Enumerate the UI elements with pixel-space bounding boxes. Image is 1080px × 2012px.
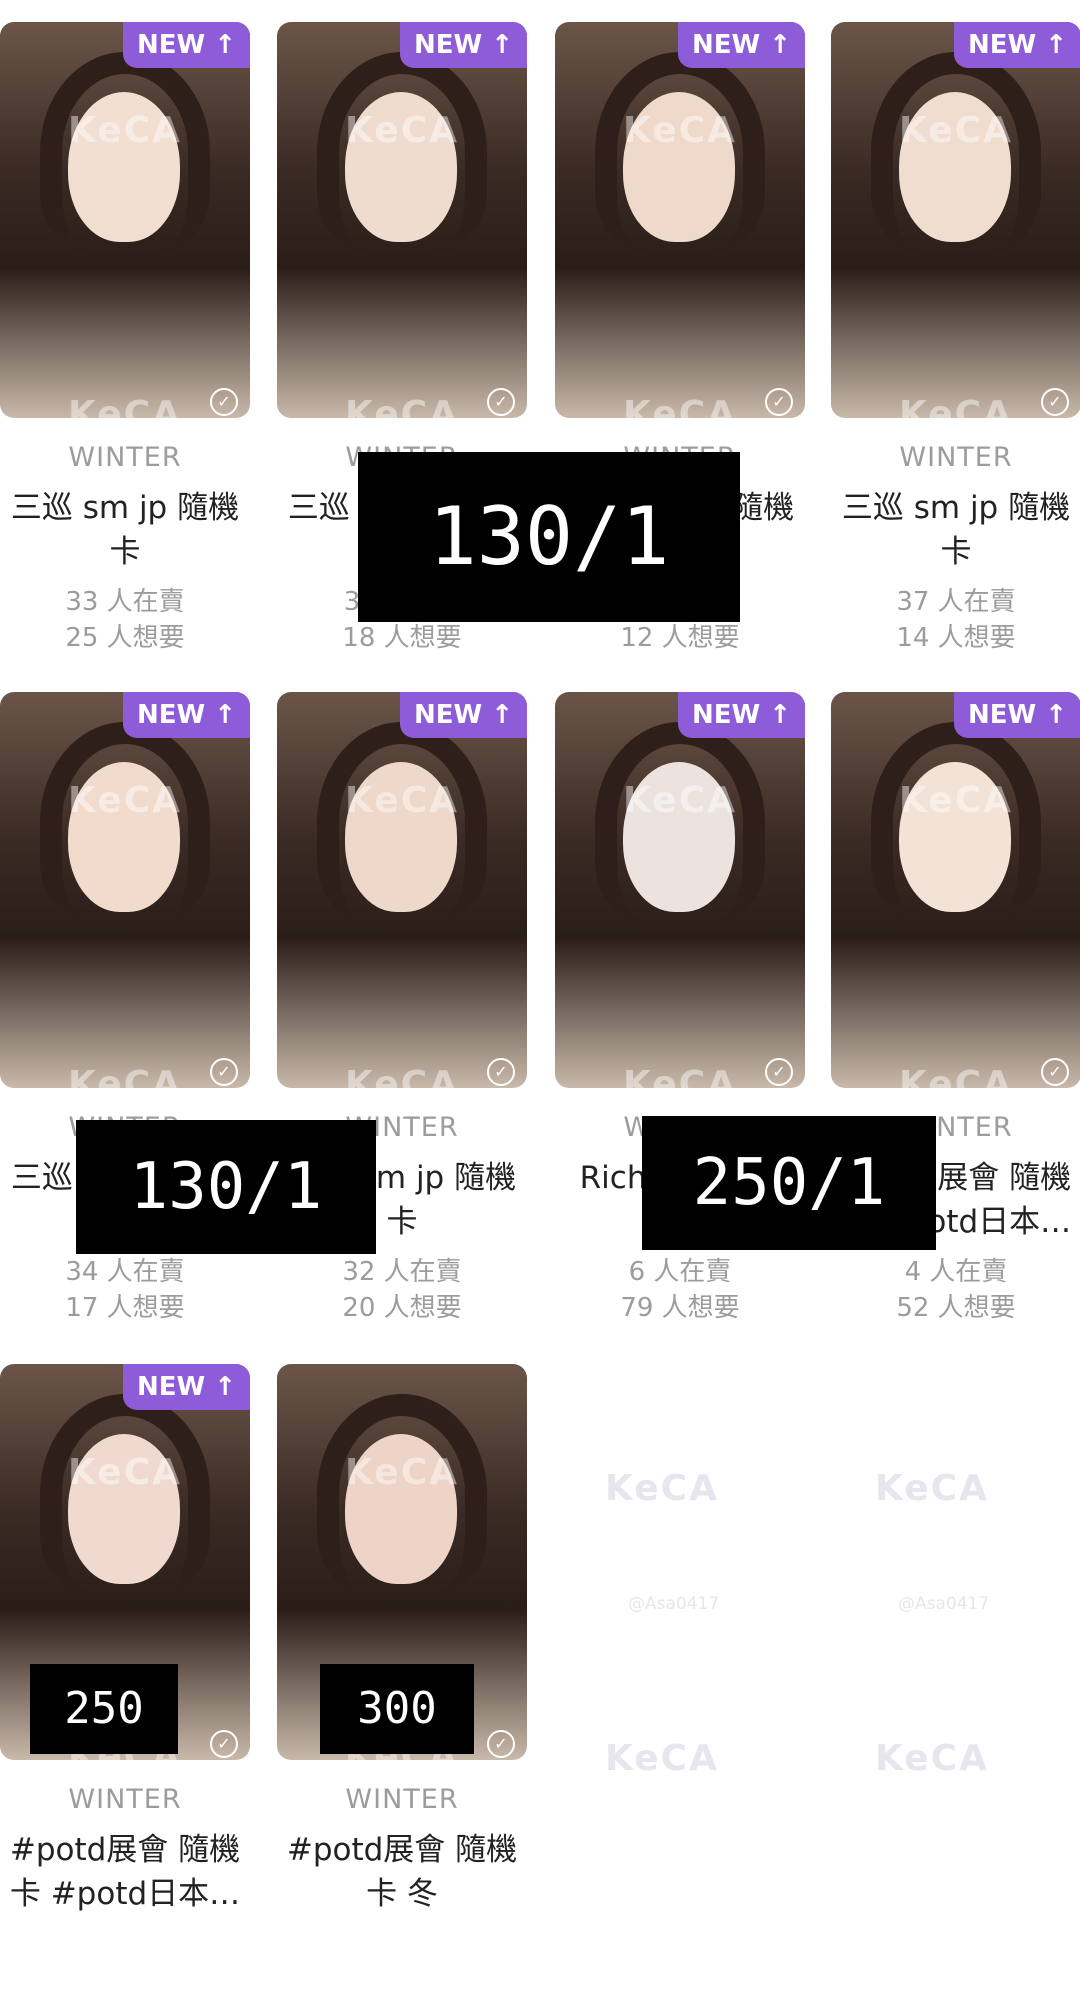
wanting-count: 79 人想要 (620, 1293, 740, 1323)
selling-count: 37 人在賣 (896, 587, 1016, 617)
wanting-count: 52 人想要 (896, 1293, 1016, 1323)
photocard-image[interactable]: KeCAKeCA (831, 692, 1080, 1088)
watermark-logo: KeCA (899, 780, 1013, 821)
card-counts: 33 人在賣 25 人想要 (0, 584, 250, 656)
photocard-image[interactable]: KeCAKeCA (831, 22, 1080, 418)
card-counts: 37 人在賣 14 人想要 (831, 584, 1080, 656)
selling-count: 6 人在賣 (628, 1257, 732, 1287)
watermark-logo: KeCA (623, 780, 737, 821)
verified-check-icon: ✓ (1041, 1058, 1069, 1086)
watermark-handle: @Asa0417 (628, 1594, 720, 1614)
photocard-item[interactable]: KeCA KeCA NEW ↑ ✓ WINTER 三巡 sm jp 隨機卡 37 人在賣 14… (831, 0, 1080, 670)
watermark-logo: KeCA (345, 110, 459, 151)
photocard-item[interactable]: KeCA KeCA NEW ↑ ✓ WINTER 三巡 sm jp 隨機卡 33 人在賣 25… (0, 0, 270, 670)
new-badge: NEW ↑ (122, 22, 250, 68)
price-tag: 250 (30, 1664, 178, 1754)
new-badge: NEW ↑ (953, 22, 1080, 68)
wanting-count: 12 人想要 (620, 623, 740, 653)
watermark-logo: KeCA (345, 780, 459, 821)
member-name: WINTER (68, 1784, 182, 1815)
photocard-image[interactable]: KeCAKeCA (555, 692, 805, 1088)
watermark-logo: KeCA (68, 1452, 182, 1493)
card-counts: 6 人在賣 79 人想要 (555, 1254, 805, 1326)
new-badge: NEW ↑ (677, 692, 805, 738)
member-name: WINTER (899, 442, 1013, 473)
new-badge: NEW ↑ (399, 22, 527, 68)
wanting-count: 17 人想要 (65, 1293, 185, 1323)
card-title: 三巡 sm jp 隨機卡 (841, 490, 1071, 570)
member-name: WINTER (68, 442, 182, 473)
card-title: 三巡 sm jp 隨機卡 (10, 490, 240, 570)
selling-count: 33 人在賣 (65, 587, 185, 617)
card-counts: 34 人在賣 17 人想要 (0, 1254, 250, 1326)
watermark-logo: KeCA (605, 1468, 719, 1509)
photocard-image[interactable]: KeCAKeCA (277, 22, 527, 418)
price-tag: 300 (320, 1664, 474, 1754)
new-badge: NEW ↑ (953, 692, 1080, 738)
photocard-image[interactable]: KeCAKeCA (277, 692, 527, 1088)
wanting-count: 14 人想要 (896, 623, 1016, 653)
new-badge: NEW ↑ (399, 692, 527, 738)
verified-check-icon: ✓ (487, 388, 515, 416)
watermark-logo: KeCA (605, 1738, 719, 1779)
photocard-image[interactable]: KeCAKeCA (0, 692, 250, 1088)
verified-check-icon: ✓ (487, 1058, 515, 1086)
verified-check-icon: ✓ (1041, 388, 1069, 416)
watermark-handle: @Asa0417 (898, 1594, 990, 1614)
card-title: #potd展會 隨機卡 #potd日本… (9, 1832, 241, 1912)
new-badge: NEW ↑ (677, 22, 805, 68)
price-tag: 130/1 (76, 1120, 376, 1254)
price-tag: 250/1 (642, 1116, 936, 1250)
card-counts: 4 人在賣 52 人想要 (831, 1254, 1080, 1326)
new-badge: NEW ↑ (122, 692, 250, 738)
verified-check-icon: ✓ (210, 1058, 238, 1086)
watermark-logo: KeCA (345, 1452, 459, 1493)
verified-check-icon: ✓ (210, 1730, 238, 1758)
wanting-count: 18 人想要 (342, 623, 462, 653)
card-title: #potd展會 隨機卡 冬 (286, 1832, 518, 1912)
watermark-logo: KeCA (68, 780, 182, 821)
photocard-image[interactable]: KeCAKeCA (0, 22, 250, 418)
wanting-count: 20 人想要 (342, 1293, 462, 1323)
verified-check-icon: ✓ (487, 1730, 515, 1758)
watermark-logo: KeCA (623, 110, 737, 151)
verified-check-icon: ✓ (765, 1058, 793, 1086)
selling-count: 4 人在賣 (904, 1257, 1008, 1287)
price-tag: 130/1 (358, 452, 740, 622)
member-name: WINTER (345, 1784, 459, 1815)
wanting-count: 25 人想要 (65, 623, 185, 653)
verified-check-icon: ✓ (765, 388, 793, 416)
watermark-logo: KeCA (875, 1468, 989, 1509)
card-counts: 32 人在賣 20 人想要 (277, 1254, 527, 1326)
verified-check-icon: ✓ (210, 388, 238, 416)
card-grid: KeCA KeCA NEW ↑ ✓ WINTER 三巡 sm jp 隨機卡 33 人在賣 25… (0, 0, 1080, 1918)
watermark-logo: KeCA (68, 110, 182, 151)
watermark-logo: KeCA (899, 110, 1013, 151)
new-badge: NEW ↑ (122, 1364, 250, 1410)
photocard-image[interactable]: KeCAKeCA (555, 22, 805, 418)
selling-count: 34 人在賣 (65, 1257, 185, 1287)
selling-count: 32 人在賣 (342, 1257, 462, 1287)
watermark-logo: KeCA (875, 1738, 989, 1779)
